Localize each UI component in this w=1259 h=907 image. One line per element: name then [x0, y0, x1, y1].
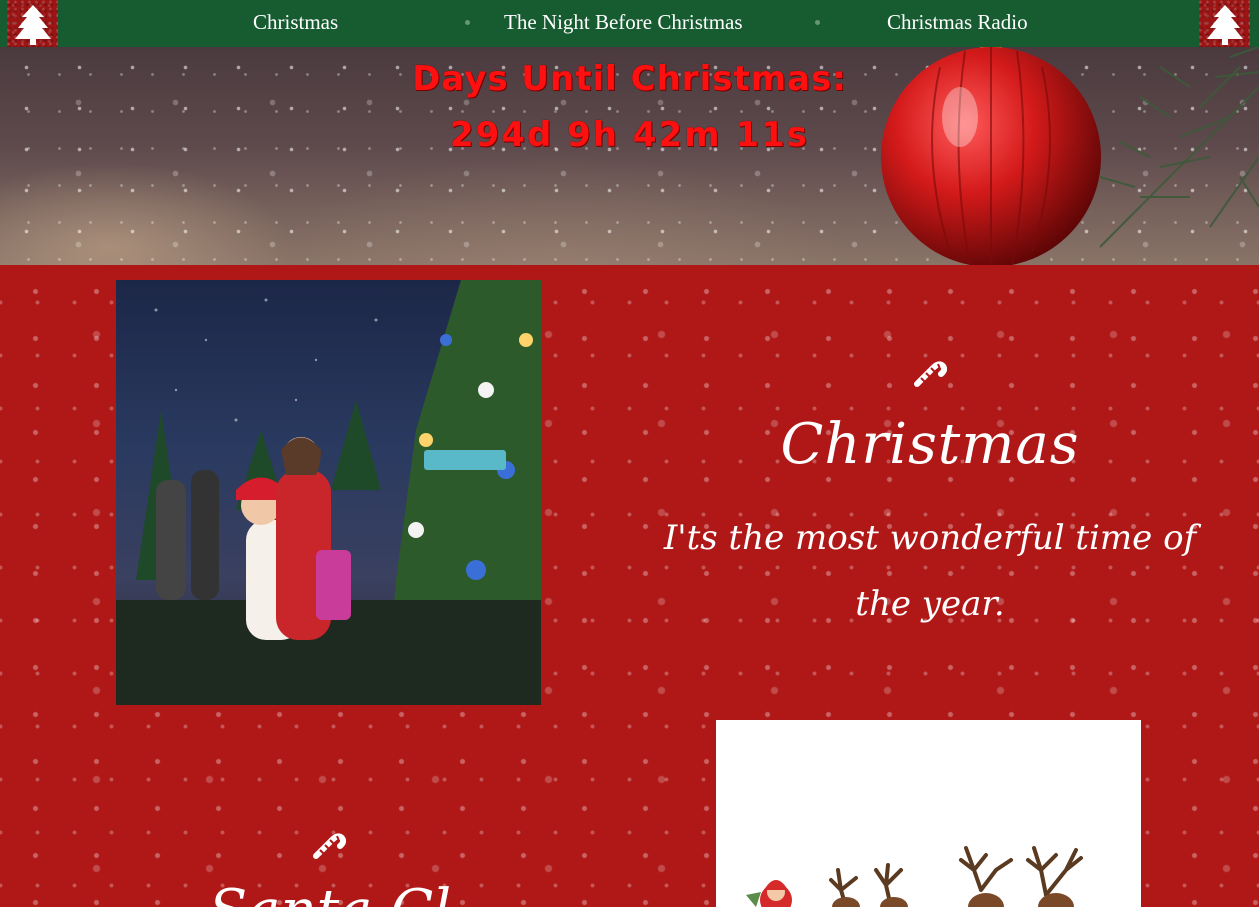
section-title-santa: Santa Cl	[150, 878, 510, 907]
nav-link-christmas[interactable]: Christmas	[253, 10, 338, 35]
nav-link-night-before-christmas[interactable]: The Night Before Christmas	[504, 10, 743, 35]
countdown-timer: 294d 9h 42m 11s	[450, 115, 809, 155]
christmas-tree-icon	[1199, 0, 1250, 47]
section-title-christmas: Christmas	[780, 412, 1080, 477]
santa-reindeer-image	[716, 720, 1141, 907]
christmas-tree-icon	[7, 0, 58, 47]
countdown-title: Days Until Christmas:	[412, 59, 847, 99]
candy-cane-icon	[914, 361, 947, 387]
top-navigation-bar: Christmas The Night Before Christmas Chr…	[0, 0, 1259, 47]
nav-separator-dot	[465, 20, 470, 25]
family-christmas-tree-photo	[116, 280, 541, 705]
hero-banner: Days Until Christmas: 294d 9h 42m 11s	[0, 47, 1259, 265]
section-tagline: I'ts the most wonderful time of the year…	[663, 518, 1197, 624]
candy-cane-icon	[313, 833, 346, 859]
nav-separator-dot	[815, 20, 820, 25]
nav-link-christmas-radio[interactable]: Christmas Radio	[887, 10, 1028, 35]
